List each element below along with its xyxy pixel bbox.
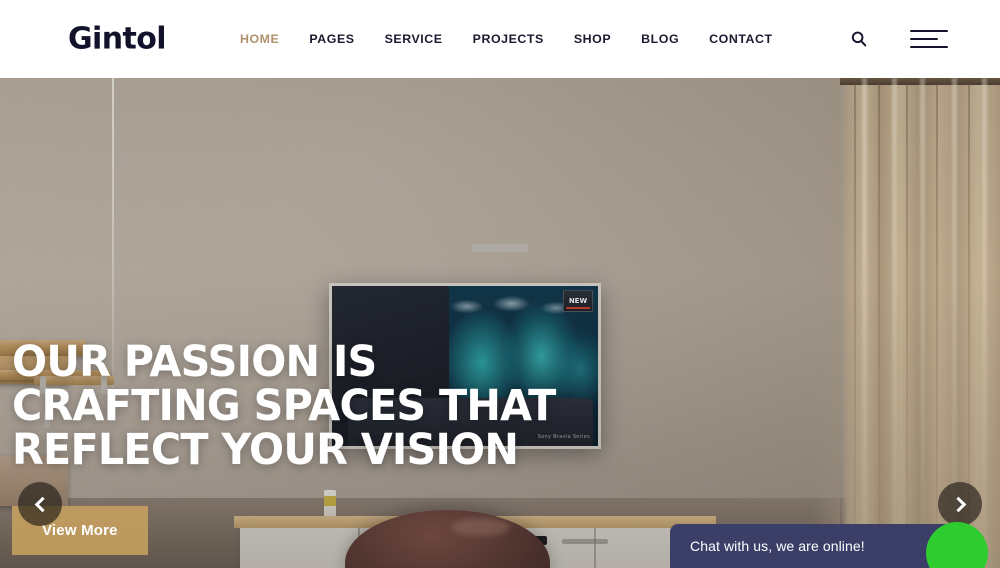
hamburger-line-top: [910, 30, 948, 33]
nav-item-blog[interactable]: BLOG: [641, 32, 679, 46]
nav-item-shop[interactable]: SHOP: [574, 32, 611, 46]
chat-widget: Chat with us, we are online!: [670, 522, 1000, 568]
chevron-right-icon: [950, 496, 966, 512]
main-navigation: HOME PAGES SERVICE PROJECTS SHOP BLOG CO…: [240, 32, 773, 46]
header-tools: [850, 28, 948, 50]
search-icon[interactable]: [850, 30, 868, 48]
nav-item-contact[interactable]: CONTACT: [709, 32, 773, 46]
page-root: Gintol HOME PAGES SERVICE PROJECTS SHOP …: [0, 0, 1000, 568]
hero-title-line-1: OUR PASSION IS: [12, 337, 377, 387]
hero-title-line-3: REFLECT YOUR VISION: [12, 425, 519, 475]
hamburger-line-bottom: [910, 45, 948, 48]
chevron-left-icon: [34, 496, 50, 512]
hero-slider: NEW Sony Bravia Series: [0, 78, 1000, 568]
chat-panel[interactable]: Chat with us, we are online!: [670, 524, 966, 568]
carousel-prev-button[interactable]: [18, 482, 62, 526]
chat-message: Chat with us, we are online!: [690, 538, 865, 554]
carousel-next-button[interactable]: [938, 482, 982, 526]
hero-content: OUR PASSION IS CRAFTING SPACES THAT REFL…: [12, 340, 578, 555]
hero-title-line-2: CRAFTING SPACES THAT: [12, 381, 556, 431]
nav-item-service[interactable]: SERVICE: [385, 32, 443, 46]
nav-item-projects[interactable]: PROJECTS: [473, 32, 544, 46]
site-header: Gintol HOME PAGES SERVICE PROJECTS SHOP …: [0, 0, 1000, 78]
site-logo[interactable]: Gintol: [68, 22, 167, 57]
nav-item-home[interactable]: HOME: [240, 32, 279, 46]
nav-item-pages[interactable]: PAGES: [309, 32, 354, 46]
hamburger-line-middle: [910, 37, 939, 41]
hamburger-menu-icon[interactable]: [910, 28, 948, 50]
